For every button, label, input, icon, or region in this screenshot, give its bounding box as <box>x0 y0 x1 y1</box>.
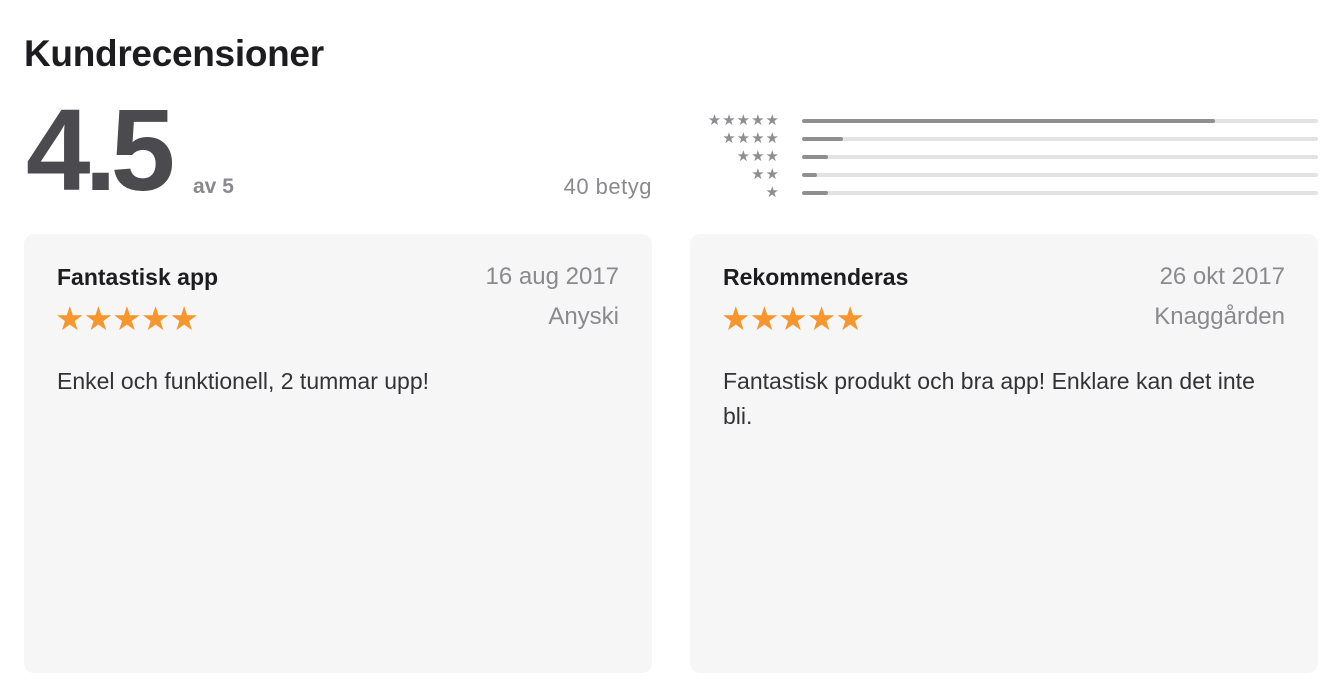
review-title: Fantastisk app <box>57 264 219 290</box>
review-title: Rekommenderas <box>723 264 909 290</box>
review-card[interactable]: Rekommenderas 26 okt 2017 ★★★★★ Knaggård… <box>690 234 1318 673</box>
section-title: Kundrecensioner <box>24 33 324 74</box>
histogram-bar-fill <box>802 191 828 195</box>
review-date: 26 okt 2017 <box>1159 263 1285 290</box>
rating-summary: 4.5 av 5 40 betyg <box>24 90 654 210</box>
histogram-row-2-stars: ★★ <box>690 166 1318 184</box>
review-date: 16 aug 2017 <box>485 263 619 290</box>
histogram-row-3-stars: ★★★ <box>690 148 1318 166</box>
review-card[interactable]: Fantastisk app 16 aug 2017 ★★★★★ Anyski … <box>24 234 652 673</box>
rating-histogram: ★★★★★ ★★★★ ★★★ ★★ ★ <box>690 112 1318 202</box>
star-icons: ★★★ <box>736 148 780 165</box>
histogram-bar-fill <box>802 137 844 141</box>
histogram-row-5-stars: ★★★★★ <box>690 112 1318 130</box>
histogram-bar-track <box>802 155 1318 159</box>
histogram-bar-track <box>802 191 1318 195</box>
ratings-count: 40 betyg <box>563 174 652 199</box>
star-icons: ★★★★★ <box>707 112 780 129</box>
histogram-bar-fill <box>802 119 1215 123</box>
review-body: Enkel och funktionell, 2 tummar upp! <box>57 368 430 394</box>
histogram-bar-track <box>802 119 1318 123</box>
review-star-rating-icons: ★★★★★ <box>55 300 199 337</box>
review-body: Fantastisk produkt och bra app! Enklare … <box>723 368 1255 429</box>
histogram-row-1-star: ★ <box>690 184 1318 202</box>
star-icons: ★ <box>765 184 780 201</box>
star-icons: ★★ <box>751 166 780 183</box>
average-rating: 4.5 <box>26 85 175 215</box>
rating-scale-label: av 5 <box>193 175 234 198</box>
histogram-bar-fill <box>802 173 818 177</box>
histogram-bar-track <box>802 173 1318 177</box>
histogram-bar-track <box>802 137 1318 141</box>
review-author: Anyski <box>548 303 619 330</box>
review-author: Knaggården <box>1154 303 1285 330</box>
review-star-rating-icons: ★★★★★ <box>721 300 865 337</box>
star-icons: ★★★★ <box>722 130 780 147</box>
histogram-bar-fill <box>802 155 828 159</box>
histogram-row-4-stars: ★★★★ <box>690 130 1318 148</box>
